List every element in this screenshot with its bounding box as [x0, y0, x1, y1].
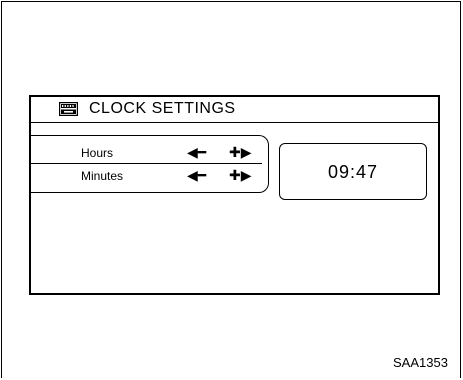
minutes-increase-button[interactable]: ✚▶	[229, 166, 261, 186]
minutes-row: Minutes ◀━ ✚▶	[31, 166, 268, 186]
hours-increase-button[interactable]: ✚▶	[229, 143, 261, 163]
hours-label: Hours	[81, 146, 114, 160]
minutes-label: Minutes	[81, 169, 124, 183]
screen-header: CLOCK SETTINGS	[31, 97, 438, 123]
time-value: 09:47	[327, 162, 379, 182]
screen-title: CLOCK SETTINGS	[89, 100, 236, 117]
hours-row: Hours ◀━ ✚▶	[31, 143, 268, 163]
clock-settings-screen: CLOCK SETTINGS Hours ◀━ ✚▶ Minutes ◀━ ✚▶…	[29, 95, 440, 295]
settings-panel: Hours ◀━ ✚▶ Minutes ◀━ ✚▶	[31, 135, 269, 193]
figure-code: SAA1353	[393, 355, 448, 370]
minutes-decrease-button[interactable]: ◀━	[187, 166, 223, 186]
hours-decrease-button[interactable]: ◀━	[187, 143, 223, 163]
row-divider	[31, 163, 262, 164]
keyboard-icon	[59, 102, 78, 116]
time-display: 09:47	[279, 143, 427, 200]
